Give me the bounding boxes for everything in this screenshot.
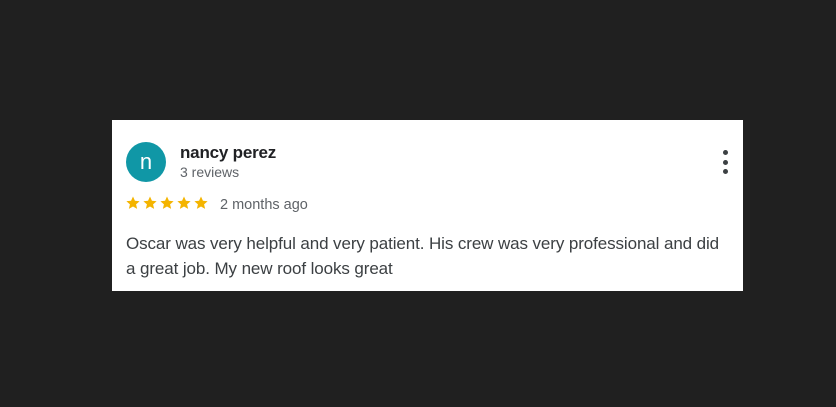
review-time: 2 months ago bbox=[220, 197, 308, 213]
more-vert-icon bbox=[722, 169, 728, 174]
star-icon bbox=[143, 196, 157, 209]
more-vert-icon bbox=[722, 150, 728, 155]
star-icon bbox=[126, 196, 140, 209]
author-review-count[interactable]: 3 reviews bbox=[180, 164, 239, 180]
star-icon bbox=[194, 196, 208, 209]
star-rating bbox=[125, 195, 209, 211]
star-icon bbox=[177, 196, 191, 209]
review-card: n nancy perez 3 reviews 2 months ago Osc… bbox=[112, 120, 743, 291]
author-name[interactable]: nancy perez bbox=[180, 143, 276, 163]
review-text: Oscar was very helpful and very patient.… bbox=[126, 234, 720, 278]
avatar[interactable]: n bbox=[126, 142, 166, 182]
star-icon bbox=[160, 196, 174, 209]
more-vert-icon bbox=[722, 159, 728, 165]
more-options-button[interactable] bbox=[717, 150, 733, 174]
